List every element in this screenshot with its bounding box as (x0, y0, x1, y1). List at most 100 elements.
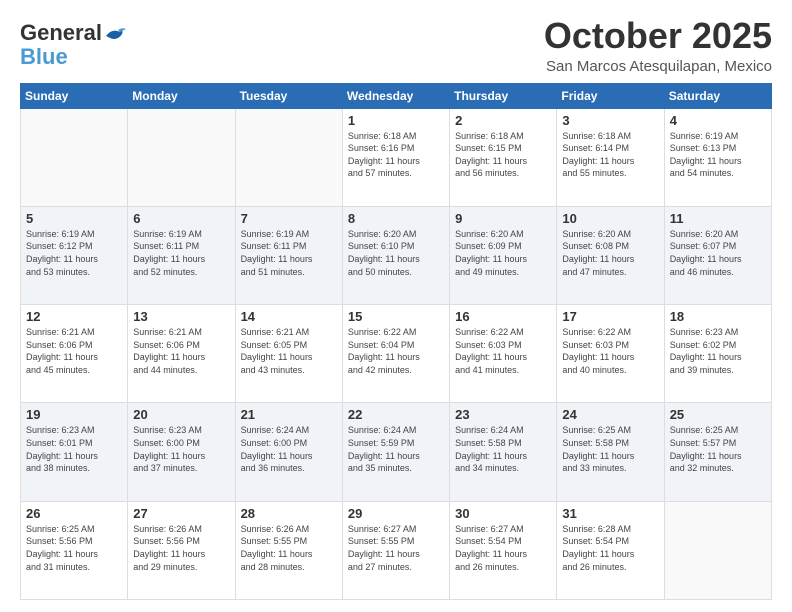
table-row: 14Sunrise: 6:21 AM Sunset: 6:05 PM Dayli… (235, 305, 342, 403)
day-info: Sunrise: 6:24 AM Sunset: 6:00 PM Dayligh… (241, 424, 337, 474)
day-info: Sunrise: 6:27 AM Sunset: 5:54 PM Dayligh… (455, 523, 551, 573)
day-info: Sunrise: 6:19 AM Sunset: 6:11 PM Dayligh… (241, 228, 337, 278)
table-row: 17Sunrise: 6:22 AM Sunset: 6:03 PM Dayli… (557, 305, 664, 403)
table-row (235, 108, 342, 206)
header-wednesday: Wednesday (342, 83, 449, 108)
table-row: 4Sunrise: 6:19 AM Sunset: 6:13 PM Daylig… (664, 108, 771, 206)
day-number: 19 (26, 407, 122, 422)
day-number: 5 (26, 211, 122, 226)
day-info: Sunrise: 6:24 AM Sunset: 5:59 PM Dayligh… (348, 424, 444, 474)
day-info: Sunrise: 6:24 AM Sunset: 5:58 PM Dayligh… (455, 424, 551, 474)
day-info: Sunrise: 6:23 AM Sunset: 6:01 PM Dayligh… (26, 424, 122, 474)
day-info: Sunrise: 6:26 AM Sunset: 5:56 PM Dayligh… (133, 523, 229, 573)
day-number: 11 (670, 211, 766, 226)
day-info: Sunrise: 6:22 AM Sunset: 6:04 PM Dayligh… (348, 326, 444, 376)
day-number: 12 (26, 309, 122, 324)
day-number: 7 (241, 211, 337, 226)
header-monday: Monday (128, 83, 235, 108)
table-row: 9 Sunrise: 6:20 AM Sunset: 6:09 PM Daylig… (450, 206, 557, 304)
day-number: 24 (562, 407, 658, 422)
day-info: Sunrise: 6:19 AM Sunset: 6:12 PM Dayligh… (26, 228, 122, 278)
day-number: 2 (455, 113, 551, 128)
day-number: 30 (455, 506, 551, 521)
day-number: 16 (455, 309, 551, 324)
logo-text: General (20, 20, 126, 46)
table-row: 27Sunrise: 6:26 AM Sunset: 5:56 PM Dayli… (128, 501, 235, 599)
table-row: 1 Sunrise: 6:18 AM Sunset: 6:16 PM Daylig… (342, 108, 449, 206)
day-number: 29 (348, 506, 444, 521)
table-row: 18Sunrise: 6:23 AM Sunset: 6:02 PM Dayli… (664, 305, 771, 403)
table-row: 16 Sunrise: 6:22 AM Sunset: 6:03 PM Dayli… (450, 305, 557, 403)
day-number: 13 (133, 309, 229, 324)
header-tuesday: Tuesday (235, 83, 342, 108)
calendar-row-4: 26Sunrise: 6:25 AM Sunset: 5:56 PM Dayli… (21, 501, 772, 599)
table-row: 5 Sunrise: 6:19 AM Sunset: 6:12 PM Daylig… (21, 206, 128, 304)
table-row: 13 Sunrise: 6:21 AM Sunset: 6:06 PM Dayli… (128, 305, 235, 403)
day-info: Sunrise: 6:25 AM Sunset: 5:57 PM Dayligh… (670, 424, 766, 474)
day-number: 4 (670, 113, 766, 128)
table-row: 7 Sunrise: 6:19 AM Sunset: 6:11 PM Daylig… (235, 206, 342, 304)
title-block: October 2025 San Marcos Atesquilapan, Me… (544, 16, 772, 75)
day-info: Sunrise: 6:20 AM Sunset: 6:10 PM Dayligh… (348, 228, 444, 278)
day-info: Sunrise: 6:23 AM Sunset: 6:00 PM Dayligh… (133, 424, 229, 474)
day-info: Sunrise: 6:18 AM Sunset: 6:14 PM Dayligh… (562, 130, 658, 180)
table-row: 30 Sunrise: 6:27 AM Sunset: 5:54 PM Dayli… (450, 501, 557, 599)
calendar-header-row: Sunday Monday Tuesday Wednesday Thursday… (21, 83, 772, 108)
table-row: 26Sunrise: 6:25 AM Sunset: 5:56 PM Dayli… (21, 501, 128, 599)
day-info: Sunrise: 6:26 AM Sunset: 5:55 PM Dayligh… (241, 523, 337, 573)
day-info: Sunrise: 6:27 AM Sunset: 5:55 PM Dayligh… (348, 523, 444, 573)
day-info: Sunrise: 6:22 AM Sunset: 6:03 PM Dayligh… (562, 326, 658, 376)
calendar-row-0: 1 Sunrise: 6:18 AM Sunset: 6:16 PM Daylig… (21, 108, 772, 206)
table-row: 3 Sunrise: 6:18 AM Sunset: 6:14 PM Daylig… (557, 108, 664, 206)
table-row: 8 Sunrise: 6:20 AM Sunset: 6:10 PM Daylig… (342, 206, 449, 304)
day-info: Sunrise: 6:23 AM Sunset: 6:02 PM Dayligh… (670, 326, 766, 376)
header-saturday: Saturday (664, 83, 771, 108)
table-row (21, 108, 128, 206)
table-row: 10Sunrise: 6:20 AM Sunset: 6:08 PM Dayli… (557, 206, 664, 304)
logo-blue: Blue (20, 44, 68, 70)
table-row: 12Sunrise: 6:21 AM Sunset: 6:06 PM Dayli… (21, 305, 128, 403)
day-info: Sunrise: 6:20 AM Sunset: 6:08 PM Dayligh… (562, 228, 658, 278)
day-number: 14 (241, 309, 337, 324)
table-row: 22 Sunrise: 6:24 AM Sunset: 5:59 PM Dayli… (342, 403, 449, 501)
table-row (128, 108, 235, 206)
header-friday: Friday (557, 83, 664, 108)
day-number: 31 (562, 506, 658, 521)
day-number: 6 (133, 211, 229, 226)
day-number: 9 (455, 211, 551, 226)
day-info: Sunrise: 6:21 AM Sunset: 6:06 PM Dayligh… (133, 326, 229, 376)
table-row: 23Sunrise: 6:24 AM Sunset: 5:58 PM Dayli… (450, 403, 557, 501)
day-number: 8 (348, 211, 444, 226)
day-number: 1 (348, 113, 444, 128)
table-row: 31 Sunrise: 6:28 AM Sunset: 5:54 PM Dayli… (557, 501, 664, 599)
day-number: 3 (562, 113, 658, 128)
day-info: Sunrise: 6:18 AM Sunset: 6:15 PM Dayligh… (455, 130, 551, 180)
logo: General Blue (20, 20, 126, 70)
calendar-row-1: 5 Sunrise: 6:19 AM Sunset: 6:12 PM Daylig… (21, 206, 772, 304)
day-info: Sunrise: 6:22 AM Sunset: 6:03 PM Dayligh… (455, 326, 551, 376)
day-info: Sunrise: 6:20 AM Sunset: 6:07 PM Dayligh… (670, 228, 766, 278)
table-row: 15Sunrise: 6:22 AM Sunset: 6:04 PM Dayli… (342, 305, 449, 403)
day-number: 26 (26, 506, 122, 521)
table-row: 21Sunrise: 6:24 AM Sunset: 6:00 PM Dayli… (235, 403, 342, 501)
header-thursday: Thursday (450, 83, 557, 108)
day-info: Sunrise: 6:18 AM Sunset: 6:16 PM Dayligh… (348, 130, 444, 180)
table-row: 20Sunrise: 6:23 AM Sunset: 6:00 PM Dayli… (128, 403, 235, 501)
day-info: Sunrise: 6:20 AM Sunset: 6:09 PM Dayligh… (455, 228, 551, 278)
day-number: 22 (348, 407, 444, 422)
table-row: 11 Sunrise: 6:20 AM Sunset: 6:07 PM Dayli… (664, 206, 771, 304)
table-row: 6 Sunrise: 6:19 AM Sunset: 6:11 PM Daylig… (128, 206, 235, 304)
location-title: San Marcos Atesquilapan, Mexico (544, 58, 772, 75)
day-info: Sunrise: 6:25 AM Sunset: 5:58 PM Dayligh… (562, 424, 658, 474)
table-row: 2 Sunrise: 6:18 AM Sunset: 6:15 PM Daylig… (450, 108, 557, 206)
table-row: 24 Sunrise: 6:25 AM Sunset: 5:58 PM Dayli… (557, 403, 664, 501)
table-row: 29 Sunrise: 6:27 AM Sunset: 5:55 PM Dayli… (342, 501, 449, 599)
table-row (664, 501, 771, 599)
calendar-row-3: 19 Sunrise: 6:23 AM Sunset: 6:01 PM Dayli… (21, 403, 772, 501)
calendar-table: Sunday Monday Tuesday Wednesday Thursday… (20, 83, 772, 600)
table-row: 25Sunrise: 6:25 AM Sunset: 5:57 PM Dayli… (664, 403, 771, 501)
bird-icon (104, 26, 126, 46)
day-info: Sunrise: 6:19 AM Sunset: 6:11 PM Dayligh… (133, 228, 229, 278)
day-info: Sunrise: 6:28 AM Sunset: 5:54 PM Dayligh… (562, 523, 658, 573)
page: General Blue October 2025 San Marcos Ate… (0, 0, 792, 612)
